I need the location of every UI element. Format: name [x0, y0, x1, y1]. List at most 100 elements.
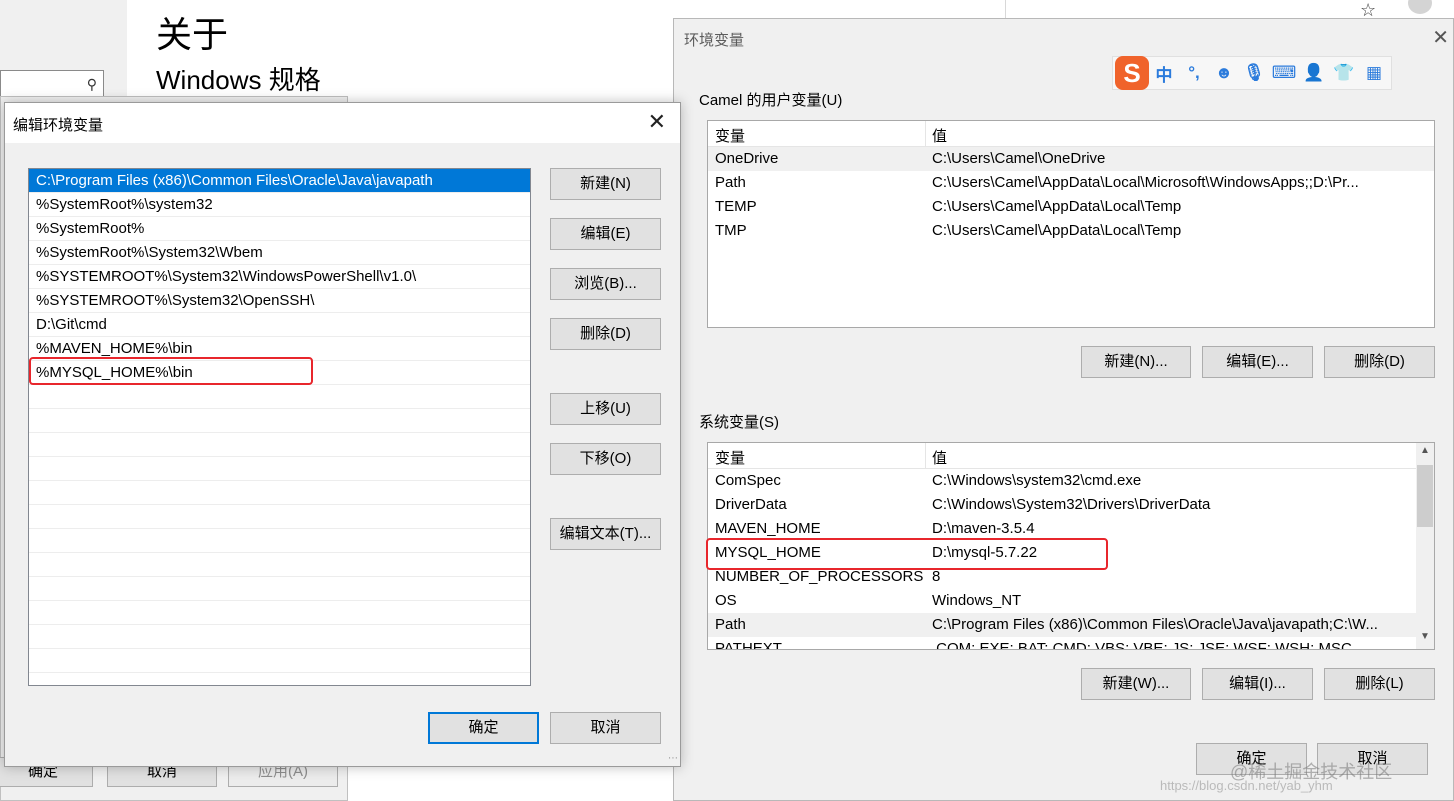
user-delete-button[interactable]: 删除(D): [1324, 346, 1435, 378]
system-new-button[interactable]: 新建(W)...: [1081, 668, 1191, 700]
title-bar[interactable]: 编辑环境变量 ✕: [5, 103, 680, 143]
list-header: 变量 值: [708, 121, 1434, 147]
table-row[interactable]: OneDrive C:\Users\Camel\OneDrive: [708, 147, 1434, 171]
var-value: D:\maven-3.5.4: [932, 520, 1035, 537]
user-icon[interactable]: 👤: [1299, 63, 1329, 83]
empty-row[interactable]: [29, 529, 530, 553]
chinese-mode-icon[interactable]: 中: [1149, 61, 1179, 86]
list-item[interactable]: %SYSTEMROOT%\System32\OpenSSH\: [29, 289, 530, 313]
edit-button[interactable]: 编辑(E): [550, 218, 661, 250]
punctuation-icon[interactable]: °,: [1179, 63, 1209, 83]
system-edit-button[interactable]: 编辑(I)...: [1202, 668, 1313, 700]
table-row[interactable]: PATHEXT .COM;.EXE;.BAT;.CMD;.VBS;.VBE;.JS…: [708, 637, 1434, 650]
column-header-value[interactable]: 值: [932, 125, 947, 146]
avatar[interactable]: [1408, 0, 1432, 14]
list-item[interactable]: %SystemRoot%\system32: [29, 193, 530, 217]
list-header: 变量 值: [708, 443, 1434, 469]
list-item[interactable]: D:\Git\cmd: [29, 313, 530, 337]
search-icon[interactable]: ⚲: [87, 76, 97, 93]
highlight-box: [29, 357, 313, 385]
page-title: 关于: [156, 14, 229, 55]
var-value: C:\Users\Camel\AppData\Local\Microsoft\W…: [932, 174, 1359, 191]
list-item[interactable]: %SystemRoot%\System32\Wbem: [29, 241, 530, 265]
sogou-logo-icon[interactable]: S: [1115, 56, 1149, 90]
section-title: Windows 规格: [156, 65, 321, 95]
user-new-button[interactable]: 新建(N)...: [1081, 346, 1191, 378]
user-vars-label: Camel 的用户变量(U): [699, 92, 843, 109]
list-item[interactable]: C:\Program Files (x86)\Common Files\Orac…: [29, 169, 530, 193]
emoji-icon[interactable]: ☻: [1209, 63, 1239, 83]
empty-row[interactable]: [29, 481, 530, 505]
scroll-down-icon[interactable]: ▼: [1420, 631, 1430, 642]
table-row[interactable]: TMP C:\Users\Camel\AppData\Local\Temp: [708, 219, 1434, 243]
delete-button[interactable]: 删除(D): [550, 318, 661, 350]
list-item[interactable]: %SYSTEMROOT%\System32\WindowsPowerShell\…: [29, 265, 530, 289]
scroll-up-icon[interactable]: ▲: [1420, 445, 1430, 456]
empty-row[interactable]: [29, 385, 530, 409]
empty-row[interactable]: [29, 505, 530, 529]
new-button[interactable]: 新建(N): [550, 168, 661, 200]
cancel-button[interactable]: 取消: [550, 712, 661, 744]
environment-variables-dialog: 环境变量 ✕ S 中 °, ☻ 🎙 ⌨ 👤 👕 ▦ Camel 的用户变量(U)…: [673, 18, 1454, 801]
var-value: C:\Windows\System32\Drivers\DriverData: [932, 496, 1211, 513]
path-list[interactable]: C:\Program Files (x86)\Common Files\Orac…: [28, 168, 531, 686]
keyboard-icon[interactable]: ⌨: [1269, 63, 1299, 83]
table-row[interactable]: Path C:\Users\Camel\AppData\Local\Microso…: [708, 171, 1434, 195]
var-name: TEMP: [715, 198, 757, 215]
system-delete-button[interactable]: 删除(L): [1324, 668, 1435, 700]
var-name: TMP: [715, 222, 747, 239]
empty-row[interactable]: [29, 553, 530, 577]
dialog-title: 编辑环境变量: [13, 117, 104, 134]
table-row[interactable]: DriverData C:\Windows\System32\Drivers\Dr…: [708, 493, 1434, 517]
var-name: ComSpec: [715, 472, 781, 489]
toolbox-icon[interactable]: ▦: [1359, 63, 1389, 83]
table-row[interactable]: TEMP C:\Users\Camel\AppData\Local\Temp: [708, 195, 1434, 219]
move-up-button[interactable]: 上移(U): [550, 393, 661, 425]
table-row[interactable]: ComSpec C:\Windows\system32\cmd.exe: [708, 469, 1434, 493]
empty-row[interactable]: [29, 601, 530, 625]
var-name: PATHEXT: [715, 640, 782, 650]
var-value: Windows_NT: [932, 592, 1022, 609]
empty-row[interactable]: [29, 457, 530, 481]
table-row[interactable]: Path C:\Program Files (x86)\Common Files\…: [708, 613, 1434, 637]
highlight-box: [706, 538, 1108, 570]
var-value: C:\Users\Camel\OneDrive: [932, 150, 1106, 167]
dialog-title: 环境变量: [684, 32, 745, 49]
browse-button[interactable]: 浏览(B)...: [550, 268, 661, 300]
empty-row[interactable]: [29, 625, 530, 649]
var-name: OneDrive: [715, 150, 779, 167]
var-name: Path: [715, 616, 746, 633]
watermark-url: https://blog.csdn.net/yab_yhm: [1160, 778, 1333, 793]
empty-row[interactable]: [29, 649, 530, 673]
var-value: .COM;.EXE;.BAT;.CMD;.VBS;.VBE;.JS;.JSE;.…: [932, 640, 1352, 650]
empty-row[interactable]: [29, 409, 530, 433]
column-header-variable[interactable]: 变量: [715, 447, 745, 468]
ok-button[interactable]: 确定: [428, 712, 539, 744]
edit-environment-variable-dialog: 编辑环境变量 ✕ C:\Program Files (x86)\Common F…: [4, 102, 681, 767]
user-edit-button[interactable]: 编辑(E)...: [1202, 346, 1313, 378]
scrollbar[interactable]: ▲ ▼: [1416, 443, 1434, 649]
empty-row[interactable]: [29, 577, 530, 601]
var-name: OS: [715, 592, 737, 609]
settings-search-box[interactable]: ⚲: [0, 70, 104, 98]
move-down-button[interactable]: 下移(O): [550, 443, 661, 475]
var-value: C:\Users\Camel\AppData\Local\Temp: [932, 198, 1182, 215]
edit-text-button[interactable]: 编辑文本(T)...: [550, 518, 661, 550]
close-icon[interactable]: ✕: [648, 109, 666, 135]
resize-grip-icon[interactable]: ⋯: [668, 753, 678, 764]
scroll-thumb[interactable]: [1417, 465, 1433, 527]
list-item[interactable]: %SystemRoot%: [29, 217, 530, 241]
var-value: 8: [932, 568, 941, 585]
table-row[interactable]: OS Windows_NT: [708, 589, 1434, 613]
var-name: MAVEN_HOME: [715, 520, 821, 537]
skin-icon[interactable]: 👕: [1329, 63, 1359, 83]
close-icon[interactable]: ✕: [1432, 25, 1449, 50]
user-vars-list[interactable]: 变量 值 OneDrive C:\Users\Camel\OneDrive Pat…: [707, 120, 1435, 328]
var-name: DriverData: [715, 496, 787, 513]
empty-row[interactable]: [29, 433, 530, 457]
column-header-variable[interactable]: 变量: [715, 125, 745, 146]
column-header-value[interactable]: 值: [932, 447, 947, 468]
microphone-icon[interactable]: 🎙: [1239, 63, 1269, 83]
var-value: C:\Users\Camel\AppData\Local\Temp: [932, 222, 1182, 239]
var-value: C:\Windows\system32\cmd.exe: [932, 472, 1142, 489]
